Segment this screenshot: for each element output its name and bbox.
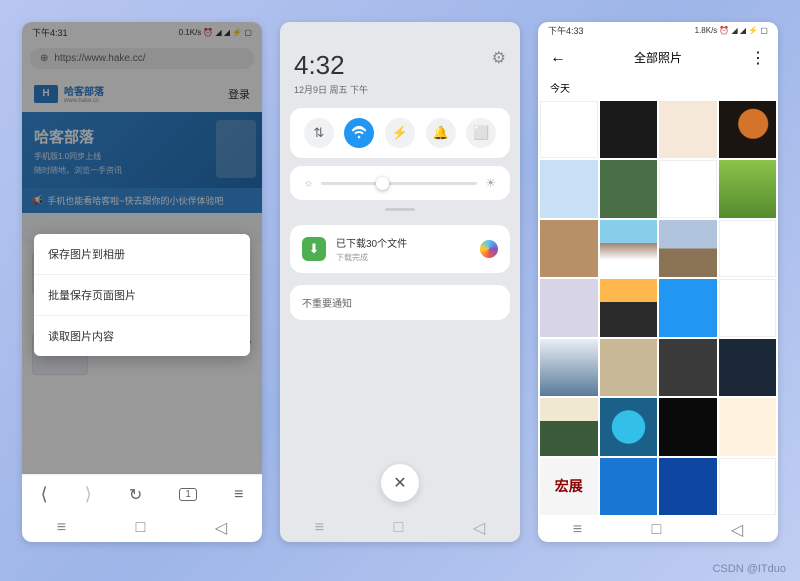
home-button[interactable]: □ [394, 519, 404, 537]
watermark: CSDN @ITduo [712, 563, 786, 575]
clock-date: 12月9日 周五 下午 [294, 83, 506, 96]
tabs-button[interactable]: 1 [179, 488, 197, 501]
photo-grid: 宏展 [538, 99, 778, 518]
forward-button[interactable]: ⟩ [85, 484, 92, 505]
photo-thumb[interactable] [600, 220, 658, 278]
reload-button[interactable]: ↻ [129, 485, 142, 505]
photo-thumb[interactable] [659, 160, 717, 218]
batch-save-option[interactable]: 批量保存页面图片 [34, 275, 250, 316]
save-image-option[interactable]: 保存图片到相册 [34, 234, 250, 275]
download-notification[interactable]: ⬇ 已下载30个文件 下载完成 [290, 225, 510, 273]
photo-thumb[interactable] [719, 398, 777, 456]
slider-track[interactable] [321, 182, 477, 185]
photo-thumb[interactable] [659, 339, 717, 397]
phone-notification-shade: 4:32 12月9日 周五 下午 ⚙ ⇅ ⚡ 🔔 ⬜ ☼ ☀ ⬇ 已下载30个文… [280, 22, 520, 542]
wifi-toggle[interactable] [344, 118, 374, 148]
sun-low-icon: ☼ [304, 178, 313, 189]
photo-thumb[interactable] [540, 279, 598, 337]
phone-gallery: 下午4:33 1.8K/s ⏰ ◢ ◢ ⚡ ▢ ← 全部照片 ⋮ 今天 宏展 [538, 22, 778, 542]
photo-thumb[interactable] [600, 339, 658, 397]
drag-handle[interactable] [385, 208, 415, 211]
photo-thumb[interactable] [540, 160, 598, 218]
notif-title: 已下载30个文件 [336, 235, 470, 250]
photo-thumb[interactable] [600, 458, 658, 516]
photo-thumb[interactable] [719, 160, 777, 218]
back-button[interactable]: ⟨ [41, 484, 48, 505]
data-toggle[interactable]: ⇅ [304, 118, 334, 148]
photo-thumb[interactable] [600, 160, 658, 218]
sun-high-icon: ☀ [485, 176, 496, 190]
photo-thumb[interactable] [540, 220, 598, 278]
menu-button[interactable]: ≡ [234, 486, 243, 504]
photo-thumb[interactable] [540, 339, 598, 397]
recents-button[interactable]: ≡ [573, 521, 582, 539]
system-nav: ≡ □ ◁ [538, 517, 778, 542]
recents-button[interactable]: ≡ [315, 519, 324, 537]
photo-thumb[interactable] [600, 279, 658, 337]
status-bar [280, 22, 520, 42]
page-title: 全部照片 [566, 49, 750, 66]
phone-browser: 下午4:31 0.1K/s ⏰ ◢ ◢ ⚡ ▢ ⊕ https://www.ha… [22, 22, 262, 542]
home-button[interactable]: □ [136, 519, 146, 537]
quick-toggles: ⇅ ⚡ 🔔 ⬜ [290, 108, 510, 158]
status-icons: 1.8K/s ⏰ ◢ ◢ ⚡ ▢ [695, 26, 768, 35]
clear-all-button[interactable]: ✕ [381, 464, 419, 502]
read-image-option[interactable]: 读取图片内容 [34, 316, 250, 356]
photo-thumb[interactable] [719, 220, 777, 278]
unimportant-section[interactable]: 不重要通知 [290, 285, 510, 320]
status-bar: 下午4:33 1.8K/s ⏰ ◢ ◢ ⚡ ▢ [538, 22, 778, 40]
notif-subtitle: 下载完成 [336, 252, 470, 263]
photo-thumb[interactable] [540, 398, 598, 456]
settings-icon[interactable]: ⚙ [492, 48, 506, 68]
photo-thumb[interactable] [719, 279, 777, 337]
photo-thumb[interactable] [719, 458, 777, 516]
sys-back-button[interactable]: ◁ [215, 518, 227, 538]
back-button[interactable]: ← [550, 49, 566, 67]
more-button[interactable]: ⋮ [750, 48, 766, 68]
photo-thumb[interactable] [659, 220, 717, 278]
brightness-slider[interactable]: ☼ ☀ [290, 166, 510, 200]
app-icon [480, 240, 498, 258]
photo-thumb[interactable] [540, 101, 598, 159]
photo-thumb[interactable] [659, 101, 717, 159]
sys-back-button[interactable]: ◁ [473, 518, 485, 538]
download-icon: ⬇ [302, 237, 326, 261]
context-menu: 保存图片到相册 批量保存页面图片 读取图片内容 [34, 234, 250, 356]
system-nav: ≡ □ ◁ [280, 514, 520, 542]
photo-thumb[interactable] [659, 458, 717, 516]
dnd-toggle[interactable]: 🔔 [426, 118, 456, 148]
home-button[interactable]: □ [652, 521, 662, 539]
photo-thumb[interactable] [719, 339, 777, 397]
section-today: 今天 [538, 76, 778, 99]
recents-button[interactable]: ≡ [57, 519, 66, 537]
gallery-header: ← 全部照片 ⋮ [538, 40, 778, 76]
photo-thumb[interactable] [600, 398, 658, 456]
photo-thumb[interactable] [600, 101, 658, 159]
photo-thumb[interactable]: 宏展 [540, 458, 598, 516]
browser-toolbar: ⟨ ⟩ ↻ 1 ≡ [22, 474, 262, 514]
photo-thumb[interactable] [659, 398, 717, 456]
photo-thumb[interactable] [659, 279, 717, 337]
time-label: 下午4:33 [548, 24, 584, 37]
flashlight-toggle[interactable]: ⚡ [385, 118, 415, 148]
clock-time: 4:32 [294, 50, 506, 81]
screenshot-toggle[interactable]: ⬜ [466, 118, 496, 148]
shade-header: 4:32 12月9日 周五 下午 [280, 42, 520, 100]
photo-thumb[interactable] [719, 101, 777, 159]
system-nav: ≡ □ ◁ [22, 514, 262, 542]
sys-back-button[interactable]: ◁ [731, 520, 743, 540]
